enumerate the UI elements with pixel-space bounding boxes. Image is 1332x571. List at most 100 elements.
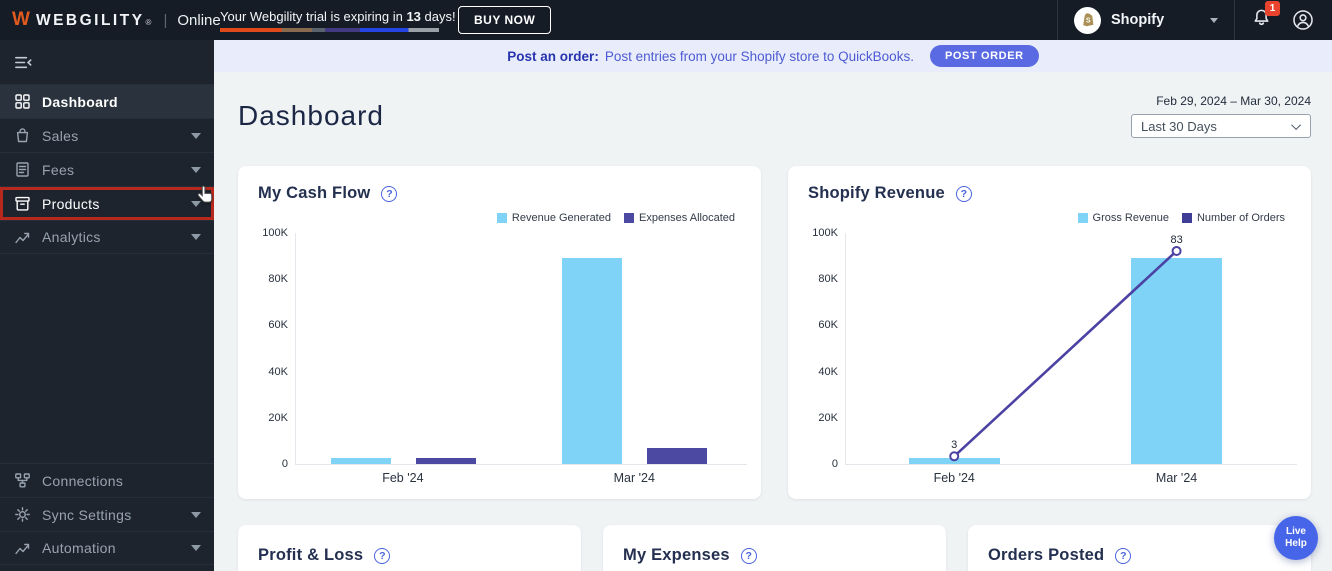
banner-bold-text: Post an order: <box>507 48 599 64</box>
x-axis-tick-label: Feb '24 <box>933 471 975 485</box>
x-axis-tick-label: Feb '24 <box>382 471 424 485</box>
legend-label: Gross Revenue <box>1092 211 1169 224</box>
svg-text:S: S <box>1085 18 1090 25</box>
sidebar-item-sync-settings[interactable]: Sync Settings <box>0 497 214 531</box>
webgility-logo-icon: W <box>12 9 30 30</box>
bar-expenses-allocated <box>647 447 708 464</box>
trend-line-icon <box>15 232 30 243</box>
sidebar-item-label: Sync Settings <box>42 506 132 523</box>
card-title: Orders Posted <box>988 546 1105 564</box>
legend-item: Number of Orders <box>1181 212 1285 224</box>
post-order-button[interactable]: POST ORDER <box>929 45 1039 67</box>
sidebar-item-label: Dashboard <box>42 93 118 110</box>
shopify-revenue-card: Shopify Revenue? Gross Revenue Number of O… <box>788 166 1311 499</box>
help-icon[interactable]: ? <box>740 547 757 564</box>
chart-legend: Gross Revenue Number of Orders <box>788 203 1311 224</box>
chevron-down-icon <box>191 511 201 518</box>
legend-swatch-icon <box>623 212 634 223</box>
sidebar-item-label: Products <box>42 195 100 212</box>
sidebar-item-sales[interactable]: Sales <box>0 118 214 152</box>
main-area: Post an order: Post entries from your Sh… <box>214 40 1332 571</box>
sidebar: Dashboard Sales Fees Products Analytics Conn… <box>0 40 214 571</box>
collapse-menu-icon <box>15 56 32 68</box>
orders-posted-card: Orders Posted? <box>968 525 1311 571</box>
orders-line-series <box>949 245 1182 462</box>
live-help-button[interactable]: Live Help <box>1274 516 1318 560</box>
product-box-icon <box>15 196 30 211</box>
sidebar-collapse-button[interactable] <box>0 40 214 84</box>
dashboard-grid-icon <box>15 94 30 109</box>
legend-swatch-icon <box>1181 212 1192 223</box>
brand-logo: W WEBGILITY ® | Online <box>0 9 221 31</box>
y-axis-tick-label: 100K <box>812 227 838 239</box>
post-order-banner: Post an order: Post entries from your Sh… <box>214 40 1332 72</box>
y-axis-tick-label: 20K <box>818 411 838 424</box>
chart-plot-area: 0 20K 40K 60K 80K 100K Feb '24 Mar '24 3 83 <box>812 227 1297 485</box>
help-icon[interactable]: ? <box>1115 547 1132 564</box>
page-title: Dashboard <box>238 100 384 131</box>
period-dropdown-value: Last 30 Days <box>1141 118 1217 134</box>
trial-progress-bar <box>220 27 439 32</box>
store-name: Shopify <box>1111 12 1165 28</box>
legend-label: Expenses Allocated <box>638 211 735 224</box>
y-axis-tick-label: 100K <box>262 227 288 239</box>
charts-row: My Cash Flow? Revenue Generated Expenses A… <box>238 166 1311 499</box>
chevron-down-icon <box>191 132 201 139</box>
sidebar-item-products[interactable]: Products <box>0 186 214 220</box>
shopping-bag-icon <box>16 128 29 143</box>
sidebar-item-fees[interactable]: Fees <box>0 152 214 186</box>
chart-title: Shopify Revenue <box>808 184 945 202</box>
brand-name: WEBGILITY <box>35 12 145 29</box>
sidebar-item-dashboard[interactable]: Dashboard <box>0 84 214 118</box>
line-point-value-label: 3 <box>951 439 958 452</box>
help-icon[interactable]: ? <box>374 547 391 564</box>
legend-label: Revenue Generated <box>511 211 611 224</box>
trial-notice: Your Webgility trial is expiring in 13 d… <box>220 8 456 32</box>
line-point-marker-icon <box>1171 245 1182 256</box>
period-dropdown[interactable]: Last 30 Days <box>1131 114 1311 138</box>
sidebar-item-label: Analytics <box>42 229 101 245</box>
y-axis-tick-label: 0 <box>831 458 838 470</box>
y-axis-tick-label: 80K <box>818 273 838 286</box>
top-bar: W WEBGILITY ® | Online Your Webgility tr… <box>0 0 1332 40</box>
receipt-icon <box>16 162 29 177</box>
sidebar-main-nav: Dashboard Sales Fees Products Analytics <box>0 84 214 254</box>
profile-button[interactable] <box>1286 9 1332 31</box>
sidebar-item-automation[interactable]: Automation <box>0 531 214 565</box>
sidebar-item-label: Fees <box>42 161 75 178</box>
y-axis-tick-label: 0 <box>281 458 288 470</box>
connections-icon <box>15 473 30 488</box>
date-range-label: Feb 29, 2024 – Mar 30, 2024 <box>1156 94 1311 108</box>
chevron-down-icon <box>1291 119 1302 130</box>
chevron-down-icon <box>1210 17 1218 23</box>
x-axis-tick-label: Mar '24 <box>1155 471 1198 485</box>
sidebar-item-connections[interactable]: Connections <box>0 463 214 497</box>
notifications-button[interactable]: 1 <box>1251 1 1280 33</box>
shopify-store-icon: S <box>1074 6 1101 34</box>
y-axis-tick-label: 60K <box>268 319 288 332</box>
help-icon[interactable]: ? <box>381 185 398 202</box>
y-axis-tick-label: 40K <box>818 365 838 378</box>
mode-label: Online <box>177 12 221 29</box>
my-expenses-card: My Expenses? <box>603 525 946 571</box>
sidebar-item-label: Sales <box>42 127 79 144</box>
buy-now-button[interactable]: BUY NOW <box>458 6 552 34</box>
sidebar-item-analytics[interactable]: Analytics <box>0 220 214 254</box>
line-point-value-label: 83 <box>1170 233 1183 246</box>
card-title: Profit & Loss <box>258 546 364 564</box>
chart-plot-area: 0 20K 40K 60K 80K 100K Feb '24 Mar '24 <box>262 227 747 485</box>
sidebar-secondary-nav: Connections Sync Settings Automation <box>0 463 214 565</box>
legend-item: Revenue Generated <box>496 211 611 224</box>
legend-swatch-icon <box>496 212 507 223</box>
line-point-marker-icon <box>949 451 960 462</box>
y-axis-tick-label: 40K <box>268 365 288 378</box>
trial-days: 13 <box>406 8 421 24</box>
brand-separator: | <box>163 12 168 29</box>
notification-badge: 1 <box>1265 1 1280 16</box>
help-icon[interactable]: ? <box>955 185 972 202</box>
y-axis-tick-label: 20K <box>268 411 288 424</box>
legend-item: Expenses Allocated <box>623 211 735 224</box>
card-title: My Expenses <box>623 546 730 564</box>
store-selector[interactable]: S Shopify <box>1057 0 1234 40</box>
